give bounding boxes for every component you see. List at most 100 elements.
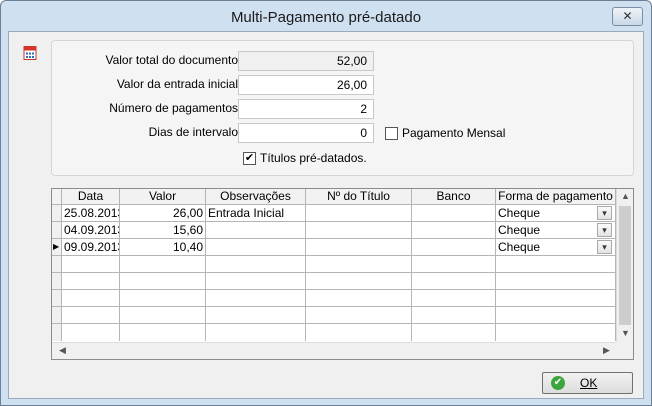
empty-cell[interactable] xyxy=(496,324,616,341)
window-title: Multi-Pagamento pré-datado xyxy=(230,9,422,26)
horizontal-scrollbar[interactable]: ◀ ▶ xyxy=(52,342,616,359)
cell-banco[interactable] xyxy=(412,222,496,239)
empty-row[interactable] xyxy=(52,324,616,342)
titulos-predatados-label[interactable]: Títulos pré-datados. xyxy=(260,151,367,165)
cell-forma-pagamento[interactable]: Cheque ▾ xyxy=(496,239,616,256)
scroll-up-icon[interactable]: ▲ xyxy=(617,191,633,201)
empty-cell[interactable] xyxy=(206,290,306,307)
empty-row[interactable] xyxy=(52,256,616,273)
column-header-data[interactable]: Data xyxy=(62,189,120,205)
ok-button-label: OK xyxy=(580,376,598,390)
empty-cell[interactable] xyxy=(412,324,496,341)
empty-cell[interactable] xyxy=(412,290,496,307)
empty-cell[interactable] xyxy=(306,307,412,324)
chevron-down-icon[interactable]: ▾ xyxy=(597,240,612,254)
cell-banco[interactable] xyxy=(412,205,496,222)
empty-cell[interactable] xyxy=(306,324,412,341)
empty-cell[interactable] xyxy=(306,290,412,307)
forma-pagamento-value: Cheque xyxy=(498,240,541,254)
cell-banco[interactable] xyxy=(412,239,496,256)
cell-observacoes[interactable] xyxy=(206,239,306,256)
empty-cell[interactable] xyxy=(206,256,306,273)
table-row[interactable]: 04.09.2013 15,60 Cheque ▾ xyxy=(52,222,616,239)
column-header-observacoes[interactable]: Observações xyxy=(206,189,306,205)
cell-valor[interactable]: 15,60 xyxy=(120,222,206,239)
row-indicator xyxy=(52,307,62,324)
vertical-scroll-thumb[interactable] xyxy=(619,206,631,325)
empty-cell[interactable] xyxy=(306,273,412,290)
empty-cell[interactable] xyxy=(412,256,496,273)
cell-data[interactable]: 04.09.2013 xyxy=(62,222,120,239)
empty-cell[interactable] xyxy=(206,307,306,324)
empty-cell[interactable] xyxy=(206,273,306,290)
scrollbar-corner xyxy=(616,342,633,359)
row-indicator xyxy=(52,290,62,307)
titulos-predatados-checkbox[interactable]: ✔ xyxy=(243,152,256,165)
cell-numero-titulo[interactable] xyxy=(306,205,412,222)
chevron-down-icon[interactable]: ▾ xyxy=(597,206,612,220)
forma-pagamento-value: Cheque xyxy=(498,223,541,237)
cell-numero-titulo[interactable] xyxy=(306,222,412,239)
cell-observacoes[interactable] xyxy=(206,222,306,239)
column-header-valor[interactable]: Valor xyxy=(120,189,206,205)
row-indicator xyxy=(52,273,62,290)
cell-observacoes[interactable]: Entrada Inicial xyxy=(206,205,306,222)
row-indicator xyxy=(52,205,62,222)
empty-cell[interactable] xyxy=(120,290,206,307)
empty-cell[interactable] xyxy=(306,256,412,273)
empty-cell[interactable] xyxy=(62,273,120,290)
empty-cell[interactable] xyxy=(62,307,120,324)
empty-cell[interactable] xyxy=(120,273,206,290)
pagamento-mensal-checkbox[interactable] xyxy=(385,127,398,140)
column-header-numero-titulo[interactable]: Nº do Título xyxy=(306,189,412,205)
table-row[interactable]: 25.08.2013 26,00 Entrada Inicial Cheque … xyxy=(52,205,616,222)
empty-cell[interactable] xyxy=(496,307,616,324)
cell-valor[interactable]: 10,40 xyxy=(120,239,206,256)
empty-row[interactable] xyxy=(52,307,616,324)
vertical-scrollbar[interactable]: ▲ ▼ xyxy=(616,189,633,342)
payments-grid[interactable]: Data Valor Observações Nº do Título Banc… xyxy=(51,188,634,360)
close-button[interactable]: ✕ xyxy=(612,7,643,26)
grid-header: Data Valor Observações Nº do Título Banc… xyxy=(52,189,616,205)
cell-forma-pagamento[interactable]: Cheque ▾ xyxy=(496,205,616,222)
empty-cell[interactable] xyxy=(120,324,206,341)
cell-forma-pagamento[interactable]: Cheque ▾ xyxy=(496,222,616,239)
table-row[interactable]: ▶ 09.09.2013 10,40 Cheque ▾ xyxy=(52,239,616,256)
empty-cell[interactable] xyxy=(120,307,206,324)
payment-settings-group: Valor total do documento 52,00 Valor da … xyxy=(51,40,634,176)
column-header-banco[interactable]: Banco xyxy=(412,189,496,205)
cell-data[interactable]: 25.08.2013 xyxy=(62,205,120,222)
empty-cell[interactable] xyxy=(62,256,120,273)
chevron-down-icon[interactable]: ▾ xyxy=(597,223,612,237)
empty-cell[interactable] xyxy=(496,256,616,273)
row-indicator xyxy=(52,256,62,273)
empty-cell[interactable] xyxy=(496,290,616,307)
dialog-client-area: Valor total do documento 52,00 Valor da … xyxy=(8,31,644,399)
scroll-right-icon[interactable]: ▶ xyxy=(598,345,615,356)
empty-row[interactable] xyxy=(52,273,616,290)
cell-valor[interactable]: 26,00 xyxy=(120,205,206,222)
scroll-left-icon[interactable]: ◀ xyxy=(54,345,71,356)
dias-intervalo-label: Dias de intervalo xyxy=(148,125,238,139)
empty-row[interactable] xyxy=(52,290,616,307)
dias-intervalo-field[interactable]: 0 xyxy=(238,123,374,143)
empty-cell[interactable] xyxy=(496,273,616,290)
cell-data[interactable]: 09.09.2013 xyxy=(62,239,120,256)
cell-numero-titulo[interactable] xyxy=(306,239,412,256)
empty-cell[interactable] xyxy=(120,256,206,273)
pagamento-mensal-label[interactable]: Pagamento Mensal xyxy=(402,126,505,140)
valor-total-field: 52,00 xyxy=(238,51,374,71)
ok-button[interactable]: ✔ OK xyxy=(542,372,633,394)
empty-cell[interactable] xyxy=(412,273,496,290)
empty-cell[interactable] xyxy=(412,307,496,324)
scroll-down-icon[interactable]: ▼ xyxy=(617,328,633,338)
checkmark-icon: ✔ xyxy=(244,152,255,164)
row-indicator xyxy=(52,324,62,341)
valor-entrada-field[interactable]: 26,00 xyxy=(238,75,374,95)
empty-cell[interactable] xyxy=(62,324,120,341)
numero-pagamentos-field[interactable]: 2 xyxy=(238,99,374,119)
empty-cell[interactable] xyxy=(206,324,306,341)
empty-cell[interactable] xyxy=(62,290,120,307)
column-header-forma-pagamento[interactable]: Forma de pagamento xyxy=(496,189,616,205)
check-icon: ✔ xyxy=(551,376,565,390)
